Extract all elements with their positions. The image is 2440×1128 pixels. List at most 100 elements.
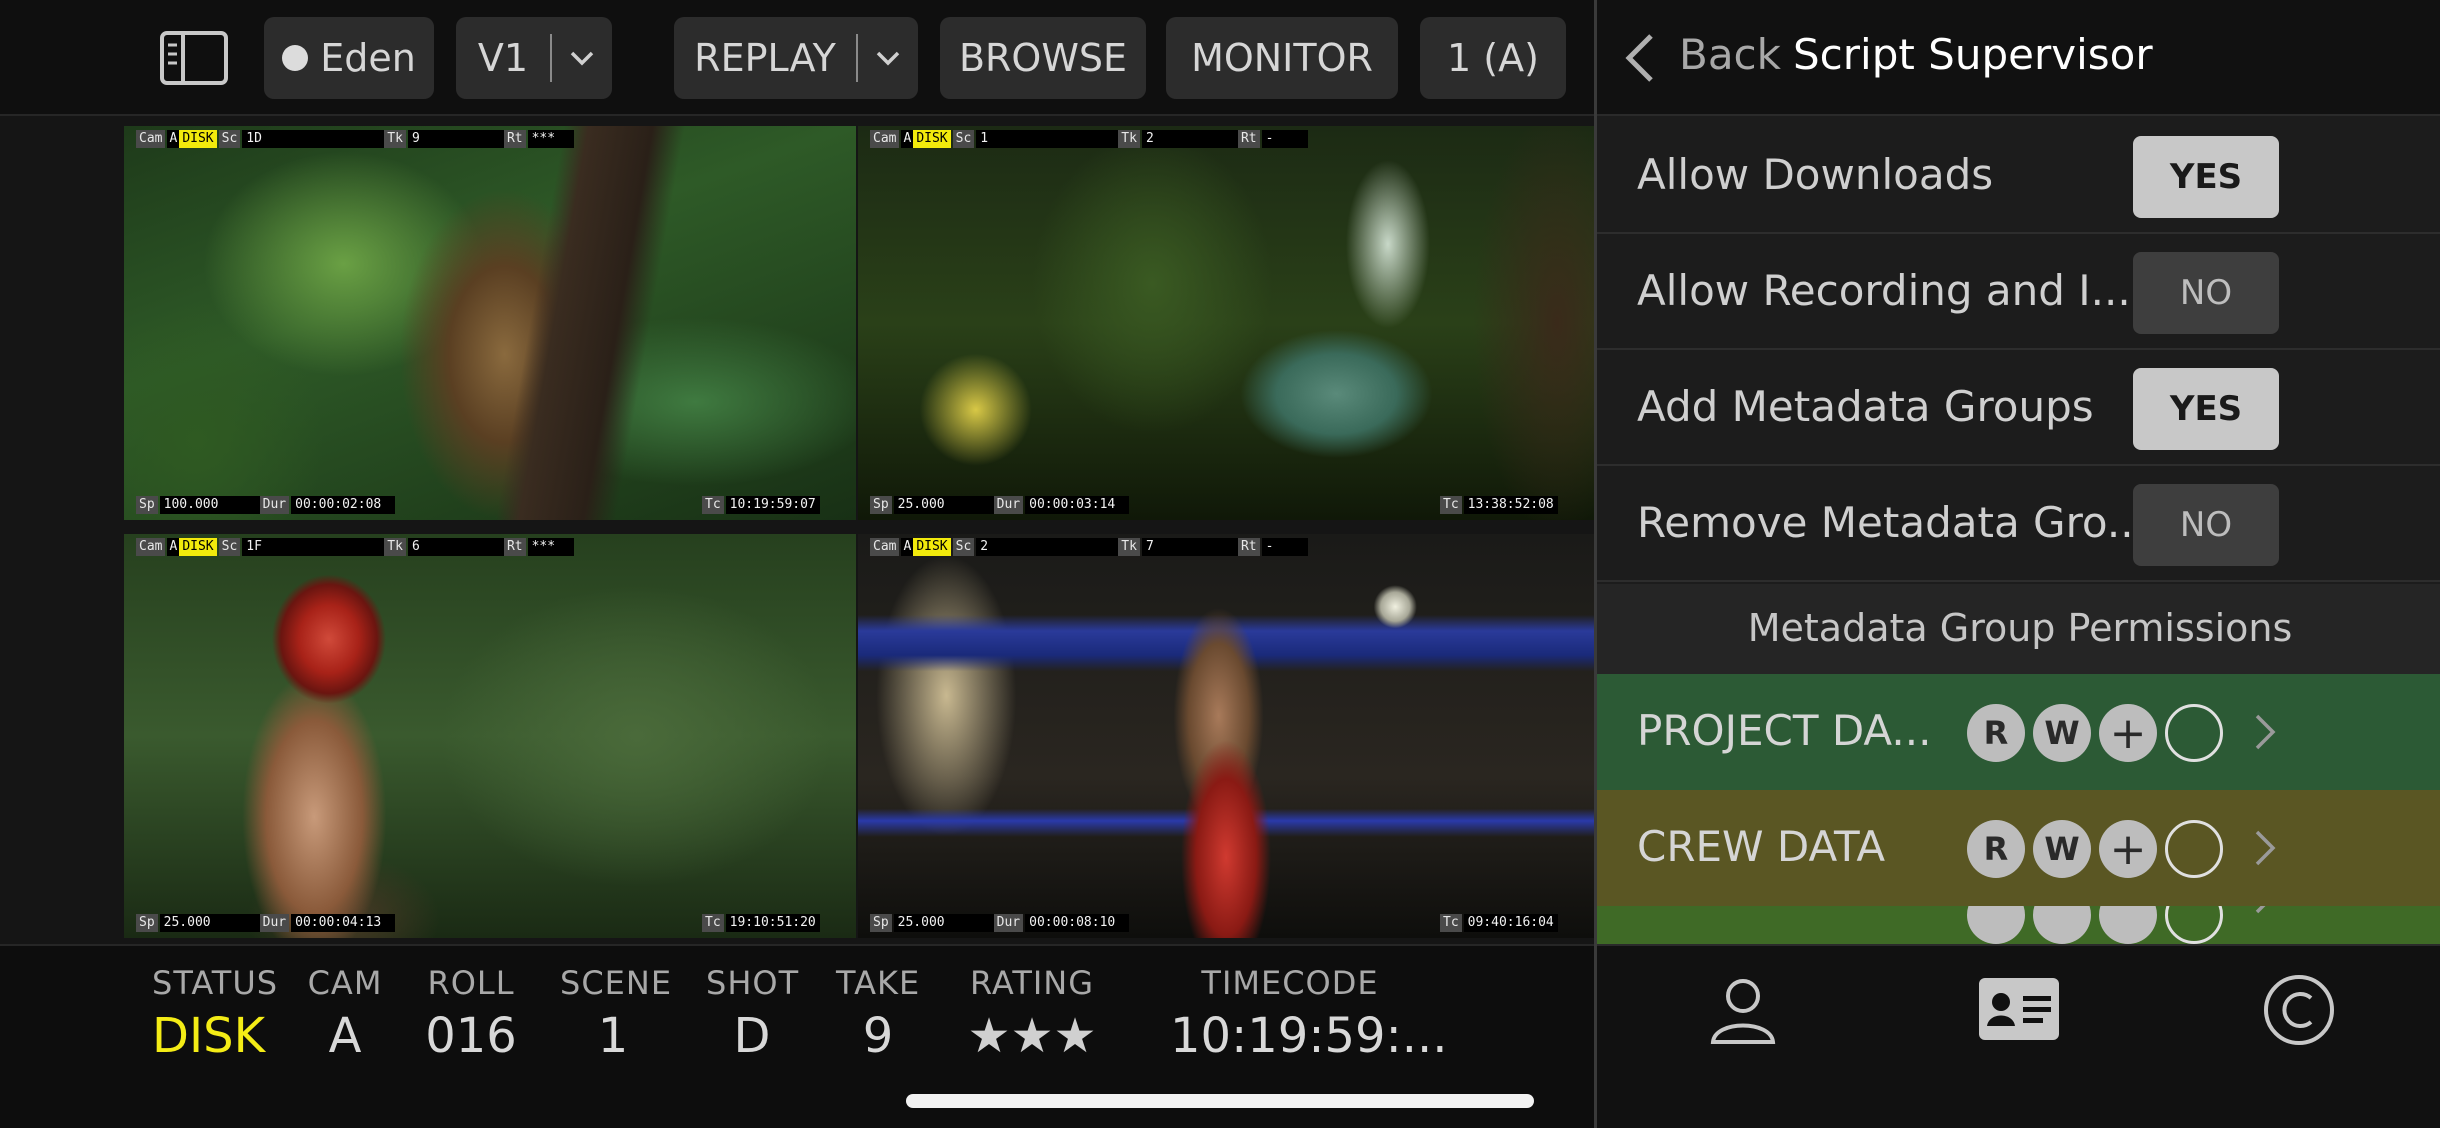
video-tile-1[interactable] — [124, 126, 856, 520]
cam-heading: CAM — [307, 964, 383, 1002]
empty-permission-toggle[interactable] — [2165, 906, 2223, 944]
cam-tag: Cam — [136, 130, 166, 148]
chevron-right-icon[interactable] — [2253, 906, 2277, 916]
version-dropdown[interactable]: V1 — [456, 17, 612, 99]
clip-thumbnail — [124, 534, 856, 938]
replay-dropdown[interactable]: REPLAY — [674, 17, 918, 99]
info-timecode: TIMECODE 10:19:59:... — [1170, 964, 1448, 1064]
replay-label: REPLAY — [694, 36, 836, 80]
timecode-tag: Tc — [1440, 496, 1462, 514]
status-badge: DISK — [913, 538, 951, 556]
timecode-value: 09:40:16:04 — [1463, 914, 1558, 932]
add-permission-toggle[interactable] — [2099, 906, 2157, 944]
copyright-icon[interactable] — [2263, 974, 2335, 1046]
empty-permission-toggle[interactable] — [2165, 704, 2223, 762]
timecode-tag: Tc — [702, 496, 724, 514]
take-tag: Tk — [1118, 130, 1140, 148]
take-value: 9 — [407, 130, 504, 148]
allow-recording-toggle[interactable]: NO — [2133, 252, 2279, 334]
user-icon[interactable] — [1707, 974, 1779, 1046]
scene-value: 1 — [976, 130, 1119, 148]
setting-row-allow-downloads: Allow Downloads YES — [1597, 118, 2440, 234]
rating-tag: Rt — [1237, 538, 1260, 556]
metadata-group-row[interactable] — [1597, 906, 2440, 944]
remove-metadata-groups-toggle[interactable]: NO — [2133, 484, 2279, 566]
scene-tag: Sc — [952, 538, 975, 556]
timecode-heading: TIMECODE — [1201, 964, 1379, 1002]
chevron-down-icon[interactable] — [858, 50, 918, 66]
tile-bottom-overlay: Sp 25.000 Dur 00:00:03:14 — [870, 496, 1130, 514]
rating-stars: ★★★ — [967, 1008, 1097, 1064]
metadata-group-row[interactable]: CREW DATA R W + — [1597, 790, 2440, 906]
take-tag: Tk — [384, 130, 406, 148]
speed-tag: Sp — [870, 496, 892, 514]
rating-tag: Rt — [1237, 130, 1260, 148]
scene-value: 2 — [976, 538, 1119, 556]
chevron-down-icon[interactable] — [552, 50, 612, 66]
take-value: 7 — [1141, 538, 1238, 556]
duration-value: 00:00:08:10 — [1025, 914, 1130, 932]
scene-tag: Sc — [218, 538, 241, 556]
clip-thumbnail — [858, 534, 1594, 938]
rating-value: - — [1261, 538, 1308, 556]
section-title: Metadata Group Permissions — [1747, 606, 2293, 650]
add-metadata-groups-toggle[interactable]: YES — [2133, 368, 2279, 450]
info-status: STATUS DISK — [152, 964, 277, 1064]
back-button[interactable]: Back — [1679, 30, 1781, 79]
video-tile-3[interactable] — [124, 534, 856, 938]
take-value: 2 — [1141, 130, 1238, 148]
roll-heading: ROLL — [427, 964, 515, 1002]
top-toolbar: Eden V1 REPLAY BROWSE MONITOR 1 (A) — [0, 0, 1594, 116]
home-indicator[interactable] — [906, 1094, 1534, 1108]
timecode-value: 19:10:51:20 — [725, 914, 820, 932]
project-button[interactable]: Eden — [264, 17, 434, 99]
read-permission-toggle[interactable]: R — [1967, 820, 2025, 878]
setting-label: Allow Downloads — [1637, 150, 1994, 199]
video-tile-2[interactable] — [858, 126, 1594, 520]
tile-timecode-overlay: Tc 09:40:16:04 — [1440, 914, 1558, 932]
allow-downloads-toggle[interactable]: YES — [2133, 136, 2279, 218]
cam-tag: Cam — [136, 538, 166, 556]
write-permission-toggle[interactable]: W — [2033, 820, 2091, 878]
info-rating: RATING ★★★ — [962, 964, 1102, 1064]
sidebar-toggle-button[interactable] — [156, 17, 232, 99]
browse-button[interactable]: BROWSE — [940, 17, 1146, 99]
read-permission-toggle[interactable] — [1967, 906, 2025, 944]
monitor-button[interactable]: MONITOR — [1166, 17, 1398, 99]
take-value: 9 — [862, 1008, 894, 1064]
timecode-value: 10:19:59:... — [1170, 1008, 1448, 1064]
chevron-left-icon[interactable] — [1621, 32, 1657, 84]
chevron-right-icon[interactable] — [2253, 712, 2277, 752]
record-dot-icon — [282, 45, 309, 71]
version-label: V1 — [477, 36, 529, 80]
timecode-value: 10:19:59:07 — [725, 496, 820, 514]
tile-top-overlay: Cam A DISK Sc 1F Tk 6 Rt *** — [136, 538, 574, 556]
empty-permission-toggle[interactable] — [2165, 820, 2223, 878]
chevron-right-icon[interactable] — [2253, 828, 2277, 868]
setting-row-remove-metadata-groups: Remove Metadata Gro... NO — [1597, 466, 2440, 582]
add-permission-toggle[interactable]: + — [2099, 704, 2157, 762]
group-label: PROJECT DA... — [1637, 706, 1932, 755]
rating-value: *** — [527, 130, 574, 148]
scene-tag: Sc — [952, 130, 975, 148]
info-roll: ROLL 016 — [424, 964, 518, 1064]
metadata-group-row[interactable]: PROJECT DA... R W + — [1597, 674, 2440, 790]
rating-value: *** — [527, 538, 574, 556]
duration-tag: Dur — [993, 914, 1024, 932]
tile-bottom-overlay: Sp 25.000 Dur 00:00:08:10 — [870, 914, 1130, 932]
channel-button[interactable]: 1 (A) — [1420, 17, 1566, 99]
settings-panel: Back Script Supervisor Allow Downloads Y… — [1594, 0, 2440, 1128]
duration-tag: Dur — [259, 496, 290, 514]
cam-value: A — [167, 130, 180, 148]
contact-card-icon[interactable] — [1977, 976, 2061, 1042]
cam-value: A — [901, 538, 914, 556]
group-label: CREW DATA — [1637, 822, 1886, 871]
speed-value: 25.000 — [893, 496, 994, 514]
write-permission-toggle[interactable] — [2033, 906, 2091, 944]
rating-tag: Rt — [503, 538, 526, 556]
write-permission-toggle[interactable]: W — [2033, 704, 2091, 762]
read-permission-toggle[interactable]: R — [1967, 704, 2025, 762]
video-tile-4[interactable] — [858, 534, 1594, 938]
tile-timecode-overlay: Tc 19:10:51:20 — [702, 914, 820, 932]
add-permission-toggle[interactable]: + — [2099, 820, 2157, 878]
